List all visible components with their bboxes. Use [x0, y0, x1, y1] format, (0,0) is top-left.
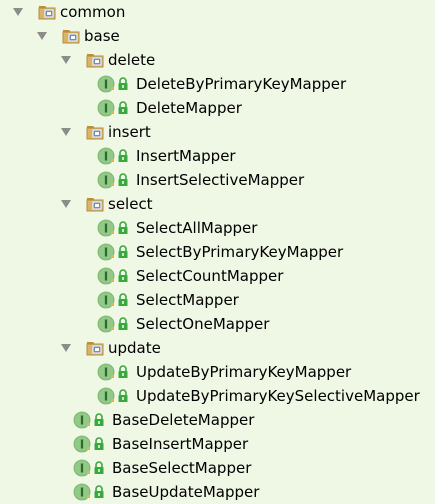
- interface-icon: I: [96, 72, 136, 96]
- tree-item-label: DeleteMapper: [136, 99, 242, 117]
- tree-item-label: common: [60, 3, 126, 21]
- tree-interface-delete-by-primary-key-mapper[interactable]: I DeleteByPrimaryKeyMapper: [0, 72, 435, 96]
- svg-text:I: I: [80, 462, 84, 476]
- tree-interface-select-mapper[interactable]: I SelectMapper: [0, 288, 435, 312]
- tree-item-label: UpdateByPrimaryKeyMapper: [136, 363, 352, 381]
- interface-icon: I: [96, 264, 136, 288]
- tree-item-label: BaseDeleteMapper: [112, 411, 255, 429]
- tree-item-label: SelectOneMapper: [136, 315, 270, 333]
- interface-icon: I: [72, 456, 112, 480]
- tree-item-label: BaseUpdateMapper: [112, 483, 260, 501]
- tree-item-label: DeleteByPrimaryKeyMapper: [136, 75, 347, 93]
- tree-package-base[interactable]: base: [0, 24, 435, 48]
- svg-text:I: I: [80, 414, 84, 428]
- svg-text:I: I: [104, 78, 108, 92]
- interface-icon: I: [96, 288, 136, 312]
- tree-package-select[interactable]: select: [0, 192, 435, 216]
- svg-text:I: I: [104, 366, 108, 380]
- tree-item-label: update: [108, 339, 161, 357]
- svg-text:I: I: [80, 486, 84, 500]
- svg-text:I: I: [104, 318, 108, 332]
- tree-interface-select-by-primary-key-mapper[interactable]: I SelectByPrimaryKeyMapper: [0, 240, 435, 264]
- tree-interface-update-by-primary-key-mapper[interactable]: I UpdateByPrimaryKeyMapper: [0, 360, 435, 384]
- expand-arrow-icon[interactable]: [60, 198, 72, 210]
- tree-interface-select-one-mapper[interactable]: I SelectOneMapper: [0, 312, 435, 336]
- tree-interface-insert-mapper[interactable]: I InsertMapper: [0, 144, 435, 168]
- tree-interface-select-count-mapper[interactable]: I SelectCountMapper: [0, 264, 435, 288]
- tree-interface-insert-selective-mapper[interactable]: I InsertSelectiveMapper: [0, 168, 435, 192]
- tree-package-insert[interactable]: insert: [0, 120, 435, 144]
- interface-icon: I: [96, 312, 136, 336]
- interface-icon: I: [96, 240, 136, 264]
- tree-interface-base-delete-mapper[interactable]: I BaseDeleteMapper: [0, 408, 435, 432]
- tree-item-label: SelectMapper: [136, 291, 239, 309]
- interface-icon: I: [96, 360, 136, 384]
- project-tree: common base delete I DeleteByPrimaryKeyMappe…: [0, 0, 435, 501]
- tree-interface-update-by-primary-key-selective-mapper[interactable]: I UpdateByPrimaryKeySelectiveMapper: [0, 384, 435, 408]
- interface-icon: I: [72, 408, 112, 432]
- tree-interface-select-all-mapper[interactable]: I SelectAllMapper: [0, 216, 435, 240]
- tree-interface-base-update-mapper[interactable]: I BaseUpdateMapper: [0, 480, 435, 504]
- expand-arrow-icon[interactable]: [60, 126, 72, 138]
- tree-item-label: delete: [108, 51, 156, 69]
- tree-item-label: base: [84, 27, 120, 45]
- tree-item-label: InsertMapper: [136, 147, 236, 165]
- tree-interface-base-select-mapper[interactable]: I BaseSelectMapper: [0, 456, 435, 480]
- tree-interface-delete-mapper[interactable]: I DeleteMapper: [0, 96, 435, 120]
- interface-icon: I: [72, 432, 112, 456]
- interface-icon: I: [96, 216, 136, 240]
- tree-item-label: insert: [108, 123, 151, 141]
- svg-text:I: I: [80, 438, 84, 452]
- tree-item-label: SelectCountMapper: [136, 267, 284, 285]
- tree-item-label: SelectAllMapper: [136, 219, 258, 237]
- interface-icon: I: [96, 384, 136, 408]
- svg-text:I: I: [104, 246, 108, 260]
- svg-text:I: I: [104, 270, 108, 284]
- interface-icon: I: [96, 168, 136, 192]
- tree-package-common[interactable]: common: [0, 0, 435, 24]
- interface-icon: I: [96, 144, 136, 168]
- tree-package-update[interactable]: update: [0, 336, 435, 360]
- tree-interface-base-insert-mapper[interactable]: I BaseInsertMapper: [0, 432, 435, 456]
- svg-text:I: I: [104, 390, 108, 404]
- svg-text:I: I: [104, 102, 108, 116]
- interface-icon: I: [72, 480, 112, 504]
- tree-item-label: BaseSelectMapper: [112, 459, 252, 477]
- tree-item-label: BaseInsertMapper: [112, 435, 249, 453]
- tree-item-label: InsertSelectiveMapper: [136, 171, 305, 189]
- expand-arrow-icon[interactable]: [36, 30, 48, 42]
- svg-text:I: I: [104, 174, 108, 188]
- svg-text:I: I: [104, 222, 108, 236]
- tree-item-label: UpdateByPrimaryKeySelectiveMapper: [136, 387, 420, 405]
- expand-arrow-icon[interactable]: [12, 6, 24, 18]
- tree-item-label: SelectByPrimaryKeyMapper: [136, 243, 344, 261]
- svg-text:I: I: [104, 294, 108, 308]
- interface-icon: I: [96, 96, 136, 120]
- svg-text:I: I: [104, 150, 108, 164]
- expand-arrow-icon[interactable]: [60, 54, 72, 66]
- expand-arrow-icon[interactable]: [60, 342, 72, 354]
- tree-item-label: select: [108, 195, 153, 213]
- tree-package-delete[interactable]: delete: [0, 48, 435, 72]
